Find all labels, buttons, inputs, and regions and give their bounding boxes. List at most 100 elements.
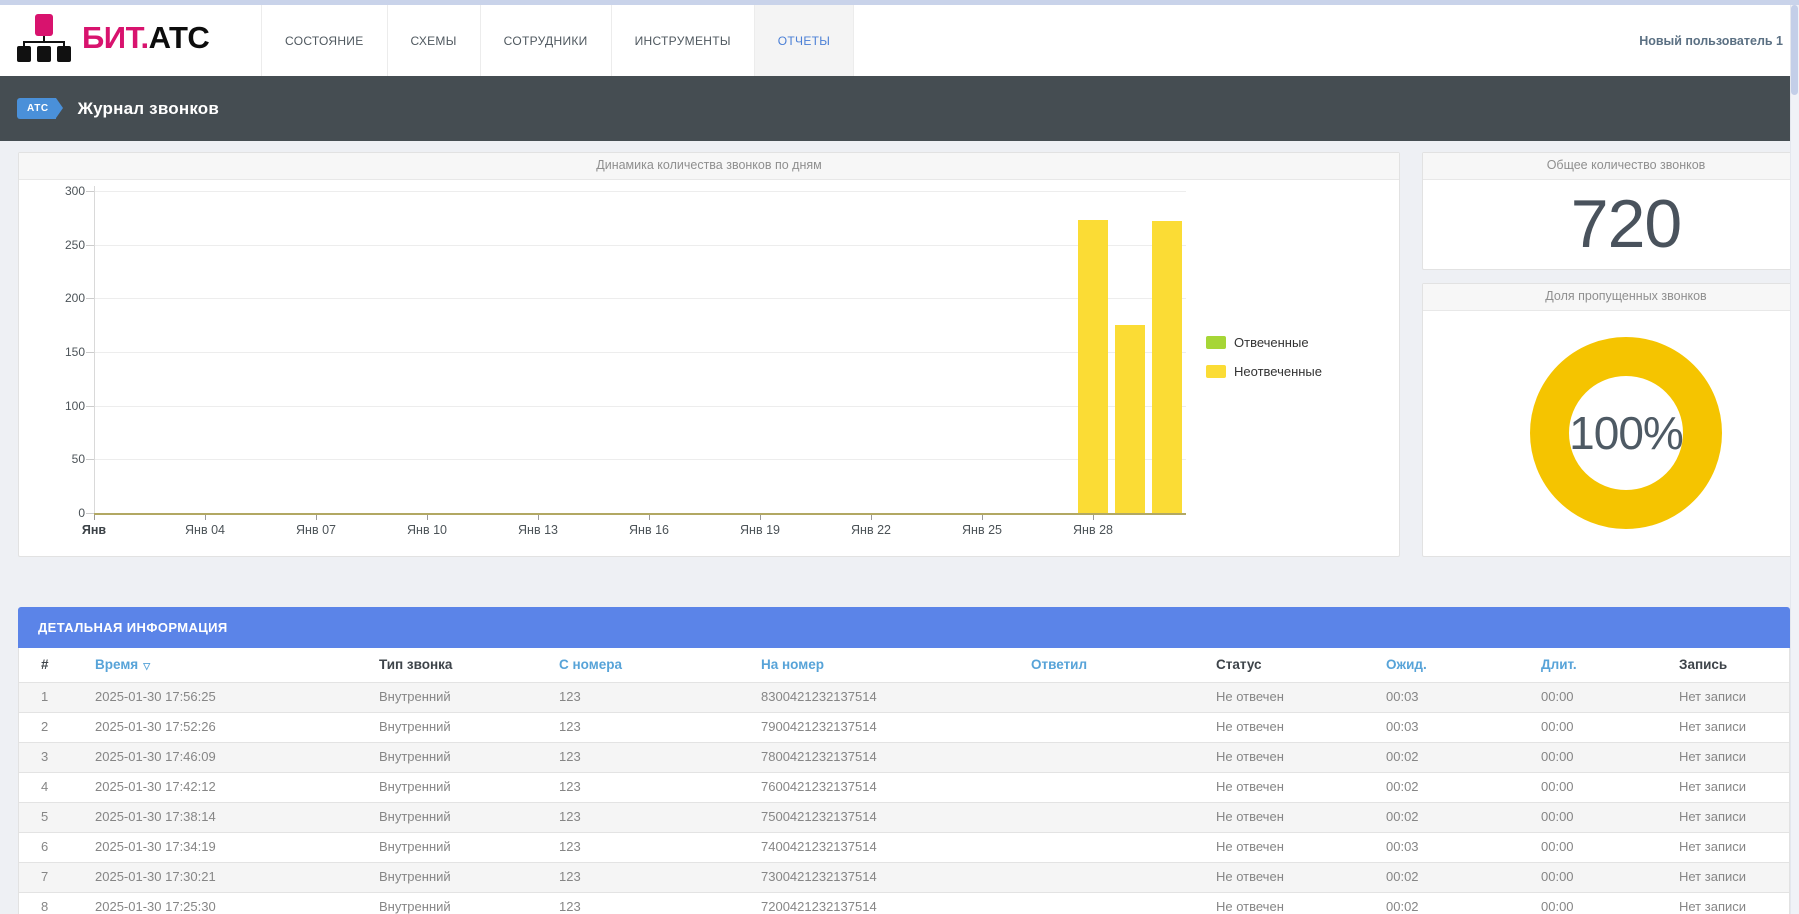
- table-cell: 5: [19, 803, 95, 832]
- y-tick-150: [86, 352, 94, 353]
- table-row: 22025-01-30 17:52:26Внутренний1237900421…: [19, 712, 1789, 742]
- table-cell: Нет записи: [1679, 803, 1789, 832]
- table-row: 62025-01-30 17:34:19Внутренний1237400421…: [19, 832, 1789, 862]
- table-cell: 2025-01-30 17:52:26: [95, 713, 379, 742]
- table-cell: Нет записи: [1679, 743, 1789, 772]
- table-cell: 7900421232137514: [761, 713, 1031, 742]
- org-chart-icon: [16, 14, 72, 62]
- y-tick-250: [86, 245, 94, 246]
- tab-состояние[interactable]: СОСТОЯНИЕ: [261, 5, 387, 76]
- x-tick: [316, 515, 317, 520]
- table-cell: 123: [559, 893, 761, 914]
- x-tick: [649, 515, 650, 520]
- table-cell: Не отвечен: [1216, 863, 1386, 892]
- table-header-row: #Время▽Тип звонкаС номераНа номерОтветил…: [18, 648, 1790, 682]
- table-cell: 2025-01-30 17:42:12: [95, 773, 379, 802]
- table-cell: 00:00: [1541, 833, 1679, 862]
- table-cell: [1031, 773, 1216, 802]
- x-axis-label: Янв 07: [296, 523, 336, 537]
- scrollbar-thumb[interactable]: [1791, 5, 1798, 95]
- table-cell: 00:00: [1541, 683, 1679, 712]
- x-tick: [427, 515, 428, 520]
- table-cell: 00:03: [1386, 683, 1541, 712]
- table-cell: 123: [559, 863, 761, 892]
- table-cell: 2025-01-30 17:46:09: [95, 743, 379, 772]
- app-logo[interactable]: БИТ.АТС: [16, 14, 209, 62]
- calls-dynamics-chart-card: Динамика количества звонков по дням 0501…: [18, 152, 1400, 557]
- column-header-На номер[interactable]: На номер: [761, 648, 1031, 682]
- gridline-200: [94, 298, 1186, 299]
- table-row: 32025-01-30 17:46:09Внутренний1237800421…: [19, 742, 1789, 772]
- table-row: 12025-01-30 17:56:25Внутренний1238300421…: [19, 682, 1789, 712]
- main-nav: СОСТОЯНИЕСХЕМЫСОТРУДНИКИИНСТРУМЕНТЫОТЧЕТ…: [261, 5, 854, 76]
- table-cell: 123: [559, 683, 761, 712]
- y-tick-200: [86, 298, 94, 299]
- table-cell: Внутренний: [379, 863, 559, 892]
- column-header-С номера[interactable]: С номера: [559, 648, 761, 682]
- top-header: БИТ.АТС СОСТОЯНИЕСХЕМЫСОТРУДНИКИИНСТРУМЕ…: [0, 0, 1799, 76]
- table-cell: 2025-01-30 17:38:14: [95, 803, 379, 832]
- top-accent-strip: [0, 0, 1799, 5]
- table-cell: Внутренний: [379, 833, 559, 862]
- table-cell: 7300421232137514: [761, 863, 1031, 892]
- x-axis-label: Янв 16: [629, 523, 669, 537]
- table-cell: 2025-01-30 17:30:21: [95, 863, 379, 892]
- table-cell: 00:00: [1541, 803, 1679, 832]
- gridline-300: [94, 191, 1186, 192]
- table-cell: 4: [19, 773, 95, 802]
- x-axis-label: Янв 25: [962, 523, 1002, 537]
- bar-Янв 28-Неотвеченные[interactable]: [1078, 220, 1108, 513]
- y-tick-100: [86, 406, 94, 407]
- tab-отчеты[interactable]: ОТЧЕТЫ: [754, 5, 854, 76]
- table-cell: [1031, 863, 1216, 892]
- table-cell: 00:02: [1386, 803, 1541, 832]
- table-cell: 7800421232137514: [761, 743, 1031, 772]
- tab-сотрудники[interactable]: СОТРУДНИКИ: [480, 5, 611, 76]
- table-cell: 123: [559, 743, 761, 772]
- table-cell: 123: [559, 833, 761, 862]
- table-cell: 2025-01-30 17:56:25: [95, 683, 379, 712]
- x-axis-line: [94, 513, 1186, 515]
- legend-item-Отвеченные[interactable]: Отвеченные: [1206, 335, 1322, 350]
- column-header-Длитnum[interactable]: Длит.: [1541, 648, 1679, 682]
- table-cell: Внутренний: [379, 743, 559, 772]
- column-header-Ожидnum[interactable]: Ожид.: [1386, 648, 1541, 682]
- app-window: БИТ.АТС СОСТОЯНИЕСХЕМЫСОТРУДНИКИИНСТРУМЕ…: [0, 0, 1799, 914]
- total-calls-title: Общее количество звонков: [1423, 153, 1799, 180]
- y-axis-label: 300: [41, 184, 85, 198]
- user-menu[interactable]: Новый пользователь 1: [1639, 5, 1783, 76]
- missed-share-value: 100%: [1569, 406, 1683, 460]
- table-cell: Нет записи: [1679, 893, 1789, 914]
- x-tick: [538, 515, 539, 520]
- table-cell: Внутренний: [379, 683, 559, 712]
- table-cell: 00:02: [1386, 863, 1541, 892]
- bar-Янв 29-Неотвеченные[interactable]: [1115, 325, 1145, 513]
- table-cell: Нет записи: [1679, 833, 1789, 862]
- table-cell: 00:02: [1386, 743, 1541, 772]
- table-cell: Не отвечен: [1216, 893, 1386, 914]
- x-axis-label: Янв: [82, 523, 106, 537]
- table-cell: 2025-01-30 17:34:19: [95, 833, 379, 862]
- bar-Янв 30-Неотвеченные[interactable]: [1152, 221, 1182, 513]
- x-tick: [871, 515, 872, 520]
- table-cell: 00:00: [1541, 713, 1679, 742]
- table-cell: 8: [19, 893, 95, 914]
- tab-инструменты[interactable]: ИНСТРУМЕНТЫ: [611, 5, 754, 76]
- column-header-Статус: Статус: [1216, 648, 1386, 682]
- table-cell: 2025-01-30 17:25:30: [95, 893, 379, 914]
- tab-схемы[interactable]: СХЕМЫ: [387, 5, 480, 76]
- table-cell: Не отвечен: [1216, 713, 1386, 742]
- table-cell: Не отвечен: [1216, 743, 1386, 772]
- missed-share-donut: 100%: [1530, 337, 1722, 529]
- table-cell: 1: [19, 683, 95, 712]
- vertical-scrollbar[interactable]: [1790, 0, 1799, 914]
- y-tick-50: [86, 459, 94, 460]
- calls-table: 12025-01-30 17:56:25Внутренний1238300421…: [18, 682, 1790, 914]
- column-header-Ответил[interactable]: Ответил: [1031, 648, 1216, 682]
- column-header-Время[interactable]: Время▽: [95, 648, 379, 682]
- x-tick: [205, 515, 206, 520]
- legend-item-Неотвеченные[interactable]: Неотвеченные: [1206, 364, 1322, 379]
- table-cell: Внутренний: [379, 803, 559, 832]
- table-cell: Внутренний: [379, 893, 559, 914]
- missed-share-card: Доля пропущенных звонков 100%: [1422, 283, 1799, 557]
